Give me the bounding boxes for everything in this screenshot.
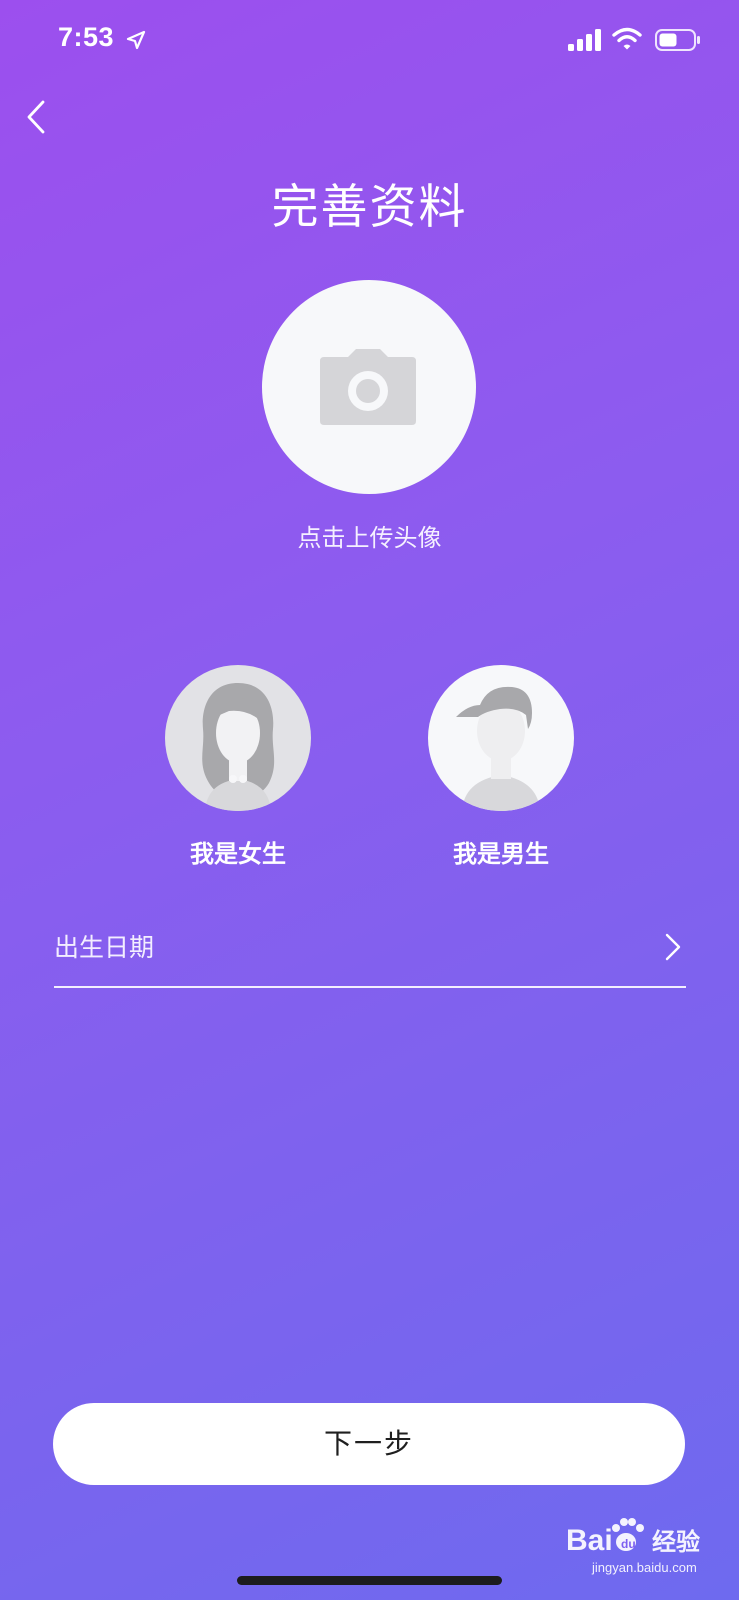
male-avatar-icon <box>456 686 540 811</box>
svg-text:du: du <box>621 1537 636 1551</box>
page-title: 完善资料 <box>271 180 468 235</box>
female-label: 我是女生 <box>190 840 286 868</box>
upload-avatar-label: 点击上传头像 <box>297 524 442 552</box>
next-button[interactable]: 下一步 <box>53 1403 685 1485</box>
svg-text:Bai: Bai <box>566 1524 613 1557</box>
male-label: 我是男生 <box>453 840 549 868</box>
female-avatar-icon <box>202 683 275 811</box>
signal-icon <box>568 29 601 51</box>
camera-icon <box>320 349 416 425</box>
home-indicator[interactable] <box>237 1576 502 1585</box>
birth-date-row[interactable]: 出生日期 <box>54 918 686 988</box>
birth-date-label: 出生日期 <box>54 933 155 962</box>
male-option[interactable] <box>428 665 574 811</box>
birth-date-divider <box>54 986 686 988</box>
status-time: 7:53 <box>58 22 115 52</box>
watermark-url: jingyan.baidu.com <box>592 1560 697 1575</box>
wifi-icon <box>612 27 642 50</box>
battery-icon <box>655 29 700 51</box>
chevron-right-icon <box>665 933 681 961</box>
baidu-watermark-logo: Bai du 经验 <box>566 1518 700 1557</box>
back-icon[interactable] <box>22 96 52 138</box>
svg-text:经验: 经验 <box>652 1528 700 1556</box>
location-arrow-icon <box>126 30 146 50</box>
female-option[interactable] <box>165 665 311 811</box>
